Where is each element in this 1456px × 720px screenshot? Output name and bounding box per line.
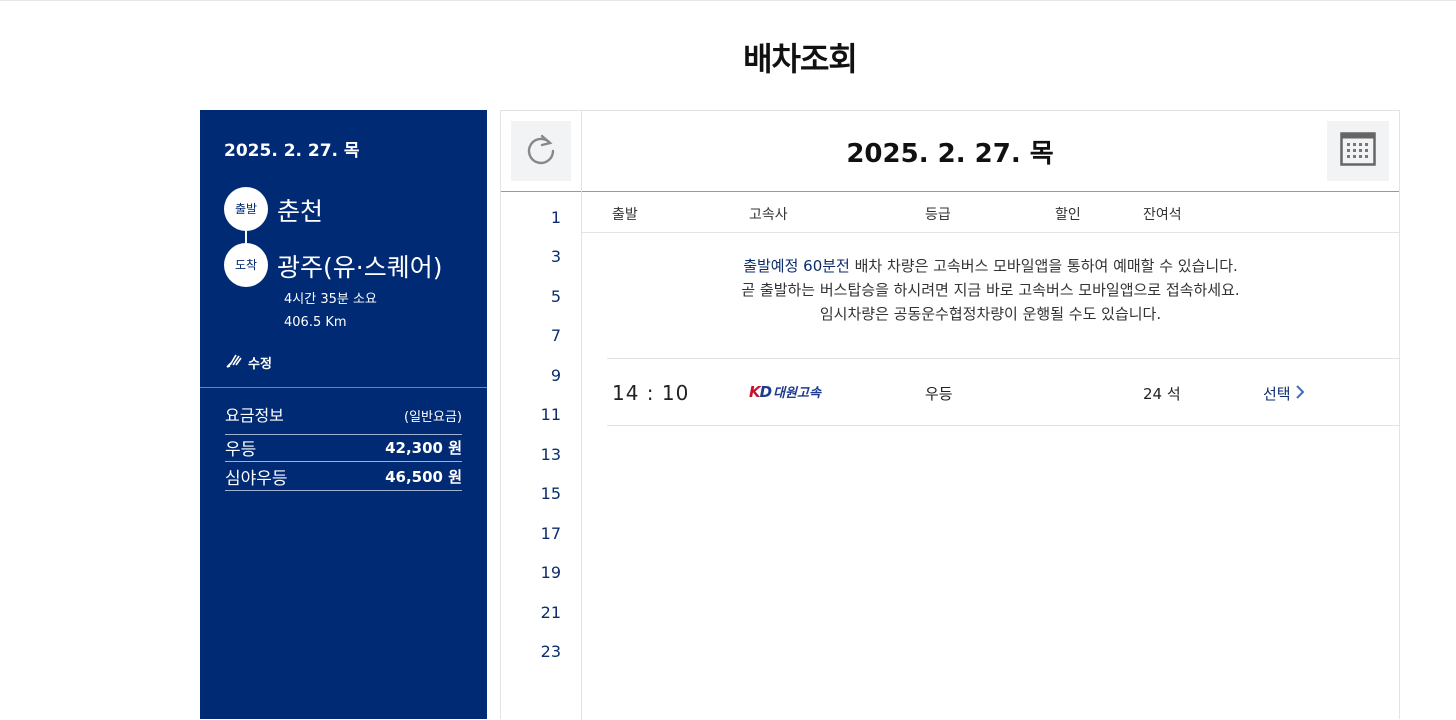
- select-button[interactable]: 선택: [1263, 383, 1305, 404]
- notice-line-3: 임시차량은 공동운수협정차량이 운행될 수도 있습니다.: [819, 305, 1162, 323]
- departure-time: 14 : 10: [612, 381, 690, 405]
- fare-subtitle: (일반요금): [404, 410, 462, 425]
- hour-filter-11[interactable]: 11: [501, 405, 561, 424]
- column-discount: 할인: [1055, 207, 1081, 223]
- refresh-button[interactable]: [511, 121, 571, 181]
- fare-row: 우등 42,300 원: [225, 433, 462, 462]
- travel-date: 2025. 2. 27. 목: [224, 141, 360, 161]
- select-label: 선택: [1263, 385, 1291, 403]
- trip-distance: 406.5 Km: [284, 315, 347, 330]
- remaining-seats: 24 석: [1143, 385, 1181, 403]
- table-header: 출발 고속사 등급 할인 잔여석: [582, 192, 1399, 233]
- table-row: 14 : 10 KD 대원고속 우등 24 석 선택: [607, 358, 1399, 426]
- hour-filter-21[interactable]: 21: [501, 603, 561, 622]
- trip-duration: 4시간 35분 소요: [284, 292, 377, 307]
- hour-filter-9[interactable]: 9: [501, 366, 561, 385]
- departure-terminal: 춘천: [277, 197, 324, 226]
- route-summary-panel: 2025. 2. 27. 목 출발 도착 춘천 광주(유·스퀘어) 4시간 35…: [200, 110, 487, 719]
- selected-date: 2025. 2. 27. 목: [846, 139, 1054, 169]
- hour-filter-19[interactable]: 19: [501, 563, 561, 582]
- page-title: 배차조회: [743, 40, 858, 78]
- notice-highlight: 출발예정 60분전: [743, 257, 850, 275]
- hour-filter-13[interactable]: 13: [501, 445, 561, 464]
- top-border: [0, 0, 1456, 1]
- fare-price: 42,300 원: [385, 438, 462, 457]
- company-logo-mark: KD: [749, 382, 772, 401]
- route-connector: [245, 231, 247, 243]
- hand-edit-icon: [224, 350, 244, 374]
- hour-filter-7[interactable]: 7: [501, 326, 561, 345]
- column-grade: 등급: [925, 207, 951, 223]
- panel-divider: [200, 387, 487, 388]
- arrival-terminal: 광주(유·스퀘어): [277, 253, 443, 282]
- column-company: 고속사: [749, 207, 788, 223]
- fare-grade: 심야우등: [225, 468, 288, 489]
- fare-grade: 우등: [225, 439, 257, 460]
- notice-line-1-rest: 배차 차량은 고속버스 모바일앱을 통하여 예매할 수 있습니다.: [849, 257, 1238, 275]
- edit-label: 수정: [248, 356, 272, 372]
- notice-line-2: 곧 출발하는 버스탑승을 하시려면 지금 바로 고속버스 모바일앱으로 접속하세…: [741, 281, 1240, 299]
- chevron-right-icon: [1295, 384, 1305, 403]
- company-logo-text: 대원고속: [773, 386, 821, 401]
- fare-price: 46,500 원: [385, 467, 462, 486]
- hour-filter-17[interactable]: 17: [501, 524, 561, 543]
- hour-filter-23[interactable]: 23: [501, 642, 561, 661]
- edit-route-button[interactable]: 수정: [224, 350, 272, 374]
- departure-badge: 출발: [224, 187, 268, 231]
- calendar-icon: [1340, 132, 1376, 170]
- fare-header: 요금정보 (일반요금): [225, 402, 462, 435]
- fare-row: 심야우등 46,500 원: [225, 462, 462, 491]
- hour-filter-3[interactable]: 3: [501, 247, 561, 266]
- column-seats: 잔여석: [1143, 207, 1182, 223]
- schedule-header: 2025. 2. 27. 목: [501, 111, 1399, 192]
- hour-filter-15[interactable]: 15: [501, 484, 561, 503]
- bus-grade: 우등: [925, 385, 953, 403]
- column-departure: 출발: [612, 207, 638, 223]
- arrival-badge: 도착: [224, 243, 268, 287]
- calendar-button[interactable]: [1327, 121, 1389, 181]
- hour-filter-5[interactable]: 5: [501, 287, 561, 306]
- hour-filter-column: 1 3 5 7 9 11 13 15 17 19 21 23: [501, 192, 582, 720]
- notice-line-1: 출발예정 60분전 배차 차량은 고속버스 모바일앱을 통하여 예매할 수 있습…: [582, 254, 1399, 278]
- mobile-app-notice: 출발예정 60분전 배차 차량은 고속버스 모바일앱을 통하여 예매할 수 있습…: [582, 254, 1399, 326]
- schedule-panel: 2025. 2. 27. 목 1 3 5 7 9 11 13 15 17 19 …: [500, 110, 1400, 720]
- fare-title: 요금정보: [225, 406, 284, 425]
- hour-filter-1[interactable]: 1: [501, 208, 561, 227]
- company-logo: KD 대원고속: [749, 382, 821, 402]
- refresh-icon: [524, 132, 558, 170]
